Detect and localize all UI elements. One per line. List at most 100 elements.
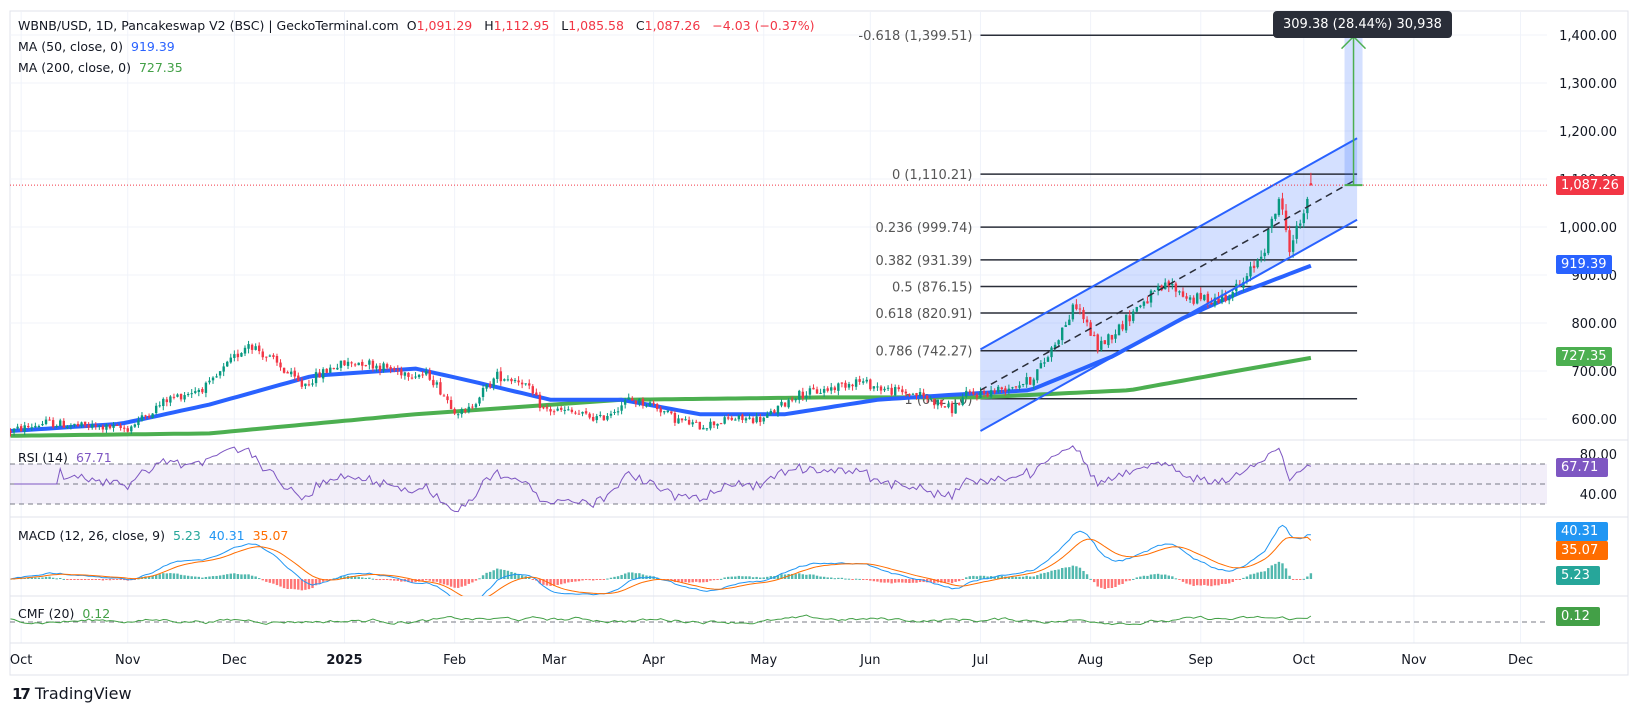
candle-body (833, 387, 836, 390)
candle-body (158, 405, 161, 407)
candle-body (925, 395, 929, 399)
candle-body (567, 409, 570, 411)
macd-histogram-bar (254, 576, 257, 579)
candle-body (1181, 291, 1185, 297)
candle-body (915, 393, 918, 397)
macd-histogram-bar (382, 579, 385, 580)
candle-body (691, 422, 694, 425)
rsi-legend[interactable]: RSI (14) 67.71 (18, 450, 116, 465)
ma200-label: MA (200, close, 0) (18, 60, 131, 75)
macd-histogram-bar (467, 579, 471, 584)
cmf-legend[interactable]: CMF (20) 0.12 (18, 606, 114, 621)
candle-body (1071, 304, 1075, 320)
candle-body (194, 391, 197, 393)
macd-histogram-bar (876, 579, 879, 582)
macd-histogram-bar (1092, 579, 1096, 583)
macd-histogram-bar (1203, 579, 1206, 585)
symbol-info[interactable]: WBNB/USD, 1D, Pancakeswap V2 (BSC) | Gec… (18, 18, 399, 33)
macd-histogram-bar (826, 577, 829, 579)
candle-body (815, 389, 819, 394)
tradingview-logo[interactable]: 17 TradingView (12, 684, 132, 703)
macd-histogram-bar (908, 579, 911, 584)
candle-body (186, 394, 190, 396)
candle-body (243, 347, 247, 354)
macd-histogram-bar (236, 574, 240, 579)
macd-histogram-bar (879, 579, 883, 583)
candle-body (34, 425, 37, 428)
candle-body (23, 425, 26, 432)
macd-histogram-bar (872, 579, 876, 582)
candle-body (758, 417, 762, 423)
macd-histogram-bar (364, 577, 367, 579)
candle-body (1256, 259, 1259, 268)
candle-body (37, 426, 41, 428)
macd-histogram-bar (904, 579, 908, 583)
ma200-legend[interactable]: MA (200, close, 0) 727.35 (18, 60, 187, 75)
candle-body (591, 416, 595, 421)
candle-body (648, 402, 652, 406)
macd-histogram-bar (268, 579, 272, 583)
macd-histogram-bar (1068, 567, 1071, 579)
candle-body (798, 390, 801, 400)
candle-body (641, 398, 645, 406)
candle-body (1021, 384, 1025, 386)
candle-body (1060, 327, 1064, 341)
chart-canvas[interactable]: -0.618 (1,399.51) 0 (1,110.21) 0.236 (999.… (0, 0, 1639, 714)
candle-body (1018, 385, 1021, 388)
candle-body (773, 410, 776, 413)
candle-body (311, 383, 314, 385)
candle-body (613, 411, 616, 413)
macd-histogram-bar (1231, 579, 1234, 582)
candle-body (1011, 387, 1014, 389)
macd-histogram-bar (862, 579, 865, 580)
candle-body (869, 379, 872, 390)
macd-histogram-bar (197, 576, 201, 579)
macd-histogram-bar (1100, 579, 1103, 588)
candle-body (545, 407, 549, 409)
macd-histogram-bar (858, 578, 861, 580)
candle-body (972, 391, 975, 395)
macd-histogram-bar (1046, 572, 1050, 579)
candle-body (492, 378, 495, 387)
candle-body (208, 380, 211, 383)
candle-body (396, 369, 399, 371)
candle-body (1000, 387, 1003, 390)
candle-body (620, 405, 623, 411)
candle-body (272, 355, 275, 357)
candle-body (574, 412, 577, 414)
macd-histogram-bar (560, 579, 563, 585)
candle-body (286, 372, 289, 374)
candle-body (126, 428, 129, 432)
candle-body (1107, 334, 1110, 346)
macd-histogram-bar (819, 576, 822, 579)
candle-body (44, 419, 48, 425)
macd-histogram-bar (41, 577, 44, 579)
macd-histogram-bar (179, 574, 183, 579)
candle-body (1174, 283, 1178, 292)
candle-body (904, 391, 908, 394)
macd-histogram-bar (1142, 575, 1146, 579)
candle-body (599, 414, 602, 417)
candle-body (1288, 230, 1291, 253)
candle-body (215, 376, 218, 378)
ma50-legend[interactable]: MA (50, close, 0) 919.39 (18, 39, 179, 54)
macd-histogram-bar (1263, 571, 1266, 579)
tradingview-logo-text: TradingView (34, 684, 132, 703)
macd-histogram-bar (1181, 579, 1185, 582)
macd-histogram-bar (954, 579, 957, 582)
candle-body (670, 411, 673, 414)
macd-histogram-bar (247, 574, 250, 579)
candle-body (595, 416, 598, 421)
macd-histogram-bar (968, 576, 972, 579)
candle-body (446, 396, 449, 401)
macd-histogram-bar (719, 578, 723, 580)
candle-body (435, 382, 439, 385)
macd-histogram-bar (744, 576, 748, 579)
candle-body (240, 352, 243, 357)
macd-histogram-bar (439, 579, 442, 584)
candle-body (73, 423, 76, 426)
candle-body (687, 419, 691, 425)
candle-body (1146, 301, 1149, 304)
macd-legend[interactable]: MACD (12, 26, close, 9) 5.23 40.31 35.07 (18, 528, 292, 543)
macd-histogram-bar (101, 579, 105, 581)
